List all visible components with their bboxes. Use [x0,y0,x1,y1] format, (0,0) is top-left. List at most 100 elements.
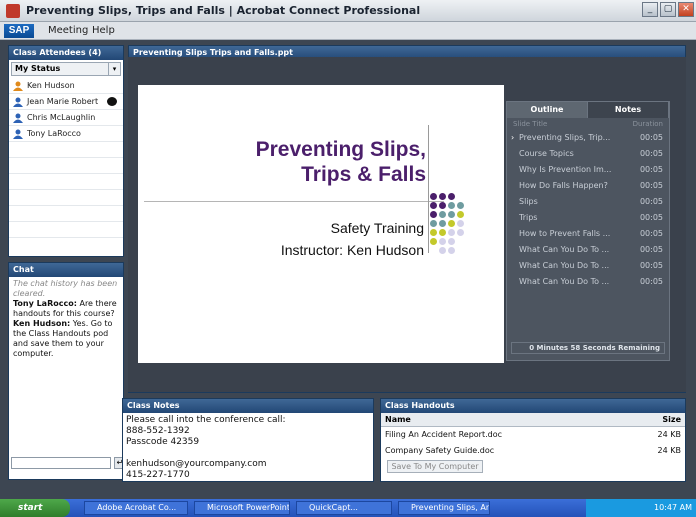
empty-row [9,174,123,190]
slide-vertical-divider [428,125,429,253]
outline-item-duration: 00:05 [639,277,663,286]
outline-item-title: What Can You Do To ... [519,277,610,286]
outline-item[interactable]: How to Prevent Falls ... 00:05 [507,226,669,242]
chat-sender: Tony LaRocco: [13,299,77,308]
handout-row[interactable]: Filing An Accident Report.doc 24 KB [381,427,685,443]
attendee-row[interactable]: Ken Hudson [9,78,123,94]
outline-item-title: Trips [519,213,538,222]
outline-item-title: How Do Falls Happen? [519,181,608,190]
close-button[interactable]: ✕ [678,2,694,17]
col-slide-title: Slide Title [513,120,548,128]
outline-item[interactable]: Preventing Slips, Trip... 00:05 [507,130,669,146]
taskbar-item[interactable]: Microsoft PowerPoint... [194,501,290,515]
decorative-dot [448,229,455,236]
tab-notes[interactable]: Notes [588,102,669,118]
start-button[interactable]: start [0,499,70,517]
notes-header: Class Notes [123,399,373,413]
outline-item-duration: 00:05 [639,165,663,174]
participant-icon [13,129,23,139]
handout-name: Filing An Accident Report.doc [385,430,502,439]
taskbar-item[interactable]: Preventing Slips, Ani... [398,501,490,515]
taskbar-item[interactable]: QuickCapt... [296,501,392,515]
menu-bar: SAP Meeting Help [0,22,696,40]
decorative-dot [430,193,437,200]
attendee-row[interactable]: Tony LaRocco [9,126,123,142]
decorative-dot [439,220,446,227]
outline-item-duration: 00:05 [639,229,663,238]
outline-item[interactable]: How Do Falls Happen? 00:05 [507,178,669,194]
decorative-dot [439,211,446,218]
attendees-pod: Class Attendees (4) My Status ▾ Ken Huds… [8,45,124,257]
chat-input[interactable] [11,457,111,469]
attendee-row[interactable]: Chris McLaughlin [9,110,123,126]
outline-item-title: Preventing Slips, Trip... [519,133,611,142]
system-tray: 10:47 AM [586,499,696,517]
taskbar-item[interactable]: Adobe Acrobat Co... [84,501,188,515]
menu-meeting[interactable]: Meeting [48,25,88,36]
outline-item[interactable]: What Can You Do To ... 00:05 [507,258,669,274]
handout-row[interactable]: Company Safety Guide.doc 24 KB [381,443,685,459]
empty-row [9,222,123,238]
outline-item-title: How to Prevent Falls ... [519,229,611,238]
chat-message: Tony LaRocco: Are there handouts for thi… [13,299,119,319]
acrobat-app-icon [6,4,20,18]
decorative-dot [457,202,464,209]
slide-divider [144,201,444,202]
decorative-dot [439,202,446,209]
slide-subtitle-line1: Safety Training [330,220,424,236]
col-name: Name [385,415,411,424]
empty-row [9,190,123,206]
tab-outline[interactable]: Outline [507,102,588,118]
maximize-button[interactable]: ▢ [660,2,676,17]
decorative-dot [430,211,437,218]
clock: 10:47 AM [654,503,692,512]
decorative-dot [448,220,455,227]
decorative-dot [430,238,437,245]
outline-item[interactable]: What Can You Do To ... 00:05 [507,274,669,290]
decorative-dot [439,193,446,200]
handout-name: Company Safety Guide.doc [385,446,495,455]
outline-item-duration: 00:05 [639,197,663,206]
menu-help[interactable]: Help [92,25,115,36]
decorative-dot [430,202,437,209]
handouts-column-headers: Name Size [381,413,685,427]
decorative-dot-grid [430,193,494,257]
outline-tabs: Outline Notes [507,102,669,118]
outline-item[interactable]: What Can You Do To ... 00:05 [507,242,669,258]
col-size: Size [662,415,681,424]
empty-row [9,206,123,222]
attendee-name: Chris McLaughlin [27,113,96,122]
outline-item-duration: 00:05 [639,213,663,222]
chat-pod: Chat The chat history has been cleared. … [8,262,126,480]
chat-message: Ken Hudson: Yes. Go to the Class Handout… [13,319,119,359]
decorative-dot [439,247,446,254]
slide-subtitle: Safety Training Instructor: Ken Hudson [281,217,424,261]
decorative-dot [448,193,455,200]
outline-item[interactable]: Course Topics 00:05 [507,146,669,162]
chevron-down-icon[interactable]: ▾ [108,63,120,75]
slide-title: Preventing Slips, Trips & Falls [255,138,426,186]
outline-item[interactable]: Slips 00:05 [507,194,669,210]
host-icon [13,81,23,91]
outline-item-title: What Can You Do To ... [519,261,610,270]
attendee-name: Ken Hudson [27,81,75,90]
decorative-dot [448,238,455,245]
col-duration: Duration [632,120,663,128]
outline-item-title: Why Is Prevention Im... [519,165,612,174]
chat-sender: Ken Hudson: [13,319,71,328]
participant-icon [13,113,23,123]
share-stage: Preventing Slips, Trips & Falls Safety T… [128,57,686,392]
attendee-name: Jean Marie Robert [27,97,99,106]
outline-item[interactable]: Why Is Prevention Im... 00:05 [507,162,669,178]
my-status-dropdown[interactable]: My Status ▾ [11,62,121,76]
notes-body[interactable]: Please call into the conference call: 88… [123,413,373,483]
outline-item[interactable]: Trips 00:05 [507,210,669,226]
minimize-button[interactable]: _ [642,2,658,17]
outline-item-duration: 00:05 [639,245,663,254]
slide-subtitle-line2: Instructor: Ken Hudson [280,242,424,258]
empty-row [9,142,123,158]
outline-panel: Outline Notes Slide Title Duration Preve… [506,101,670,361]
save-to-computer-button[interactable]: Save To My Computer [387,460,483,473]
attendee-row[interactable]: Jean Marie Robert [9,94,123,110]
slide: Preventing Slips, Trips & Falls Safety T… [138,85,504,363]
